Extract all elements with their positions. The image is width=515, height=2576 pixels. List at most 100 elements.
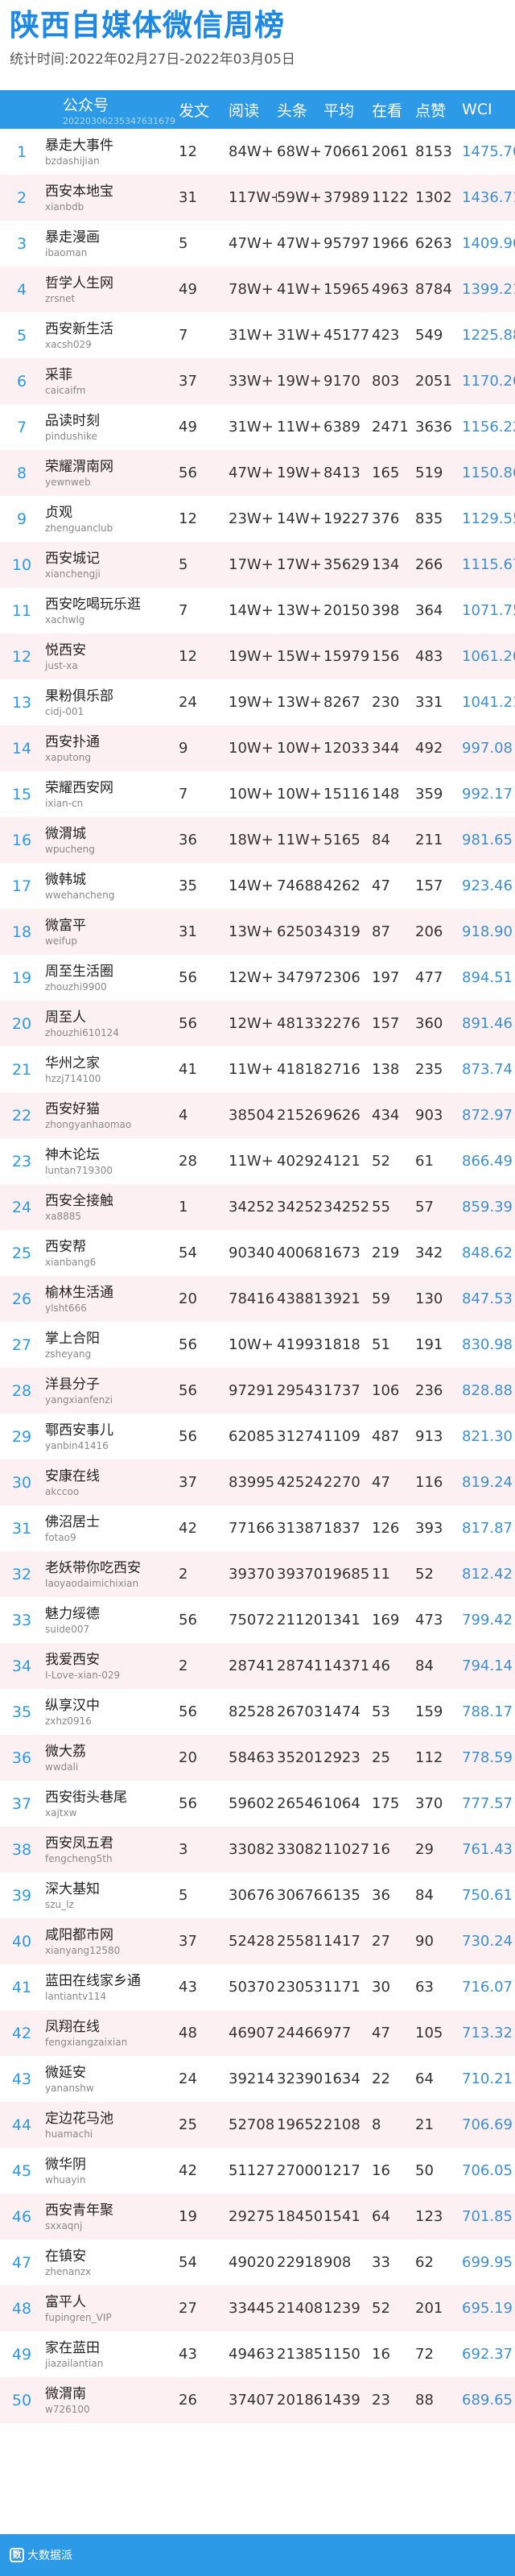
table-row[interactable]: 1 暴走大事件 bzdashijian 12 84W+ 68W+ 70661 2061 8153… (0, 129, 515, 175)
table-row[interactable]: 22 西安好猫 zhongyanhaomao 4 38504 21526 9626 434 90… (0, 1092, 515, 1138)
table-row[interactable]: 42 凤翔在线 fengxiangzaixian 48 46907 24466 977 47 1… (0, 2010, 515, 2056)
account-cell[interactable]: 周至人 zhouzhi610124 (43, 1001, 179, 1046)
account-cell[interactable]: 家在蓝田 jiazailantian (43, 2331, 179, 2377)
account-cell[interactable]: 深大基知 szu_lz (43, 1872, 179, 1918)
account-cell[interactable]: 果粉俱乐部 cidj-001 (43, 679, 179, 725)
table-row[interactable]: 15 荣耀西安网 ixian-cn 7 10W+ 10W+ 15116 148 359 992.1… (0, 771, 515, 817)
table-row[interactable]: 4 哲学人生网 zrsnet 49 78W+ 41W+ 15965 4963 8784 1399.… (0, 266, 515, 312)
header-wci[interactable]: WCI (462, 90, 515, 129)
account-cell[interactable]: 华州之家 hzzj714100 (43, 1046, 179, 1092)
account-cell[interactable]: 微渭城 wpucheng (43, 817, 179, 863)
table-row[interactable]: 37 西安街头巷尾 xajtxw 56 59602 26546 1064 175 370 777.… (0, 1781, 515, 1827)
header-avg[interactable]: 平均 (323, 90, 372, 129)
account-cell[interactable]: 暴走漫画 ibaoman (43, 221, 179, 266)
account-cell[interactable]: 凤翔在线 fengxiangzaixian (43, 2010, 179, 2056)
account-cell[interactable]: 悦西安 just-xa (43, 634, 179, 679)
account-cell[interactable]: 老妖带你吃西安 laoyaodaimichixian (43, 1551, 179, 1597)
table-row[interactable]: 27 掌上合阳 zsheyang 56 10W+ 41993 1818 51 191 830.98 (0, 1322, 515, 1368)
header-account[interactable]: 公众号 20220306235347631679 (43, 90, 179, 129)
account-cell[interactable]: 西安街头巷尾 xajtxw (43, 1781, 179, 1827)
table-row[interactable]: 23 神木论坛 luntan719300 28 11W+ 40292 4121 52 61 866… (0, 1138, 515, 1184)
table-row[interactable]: 18 微富平 weifup 31 13W+ 62503 4319 87 206 918.90 (0, 909, 515, 955)
account-cell[interactable]: 洋县分子 yangxianfenzi (43, 1368, 179, 1414)
account-cell[interactable]: 荣耀西安网 ixian-cn (43, 771, 179, 817)
table-row[interactable]: 44 定边花马池 huamachi 25 52708 19652 2108 8 21 706.69 (0, 2102, 515, 2148)
account-cell[interactable]: 暴走大事件 bzdashijian (43, 129, 179, 175)
account-cell[interactable]: 咸阳都市网 xianyang12580 (43, 1918, 179, 1964)
table-row[interactable]: 45 微华阴 whuayin 42 51127 27000 1217 16 50 706.05 (0, 2148, 515, 2194)
table-row[interactable]: 17 微韩城 wwehancheng 35 14W+ 74688 4262 47 157 923.… (0, 863, 515, 909)
account-cell[interactable]: 掌上合阳 zsheyang (43, 1322, 179, 1368)
account-cell[interactable]: 周至生活圈 zhouzhi9900 (43, 955, 179, 1001)
account-cell[interactable]: 西安本地宝 xianbdb (43, 175, 179, 221)
table-row[interactable]: 49 家在蓝田 jiazailantian 43 49463 21385 1150 16 72 6… (0, 2331, 515, 2377)
table-row[interactable]: 48 富平人 fupingren_VIP 27 33445 21408 1239 52 201 6… (0, 2285, 515, 2331)
header-like[interactable]: 点赞 (415, 90, 462, 129)
table-row[interactable]: 11 西安吃喝玩乐逛 xachwlg 7 14W+ 13W+ 20150 398 364 1071… (0, 588, 515, 634)
account-cell[interactable]: 鄠西安事儿 yanbin41416 (43, 1414, 179, 1459)
table-row[interactable]: 25 西安帮 xianbang6 54 90340 40068 1673 219 342 848.… (0, 1230, 515, 1276)
table-row[interactable]: 26 榆林生活通 ylsht666 20 78416 43881 3921 59 130 847.… (0, 1276, 515, 1322)
account-cell[interactable]: 魅力绥德 suide007 (43, 1597, 179, 1643)
account-cell[interactable]: 贞观 zhenguanclub (43, 496, 179, 542)
header-look[interactable]: 在看 (372, 90, 415, 129)
account-cell[interactable]: 定边花马池 huamachi (43, 2102, 179, 2148)
account-cell[interactable]: 西安新生活 xacsh029 (43, 312, 179, 358)
account-cell[interactable]: 蓝田在线家乡通 lantiantv114 (43, 1964, 179, 2010)
account-cell[interactable]: 富平人 fupingren_VIP (43, 2285, 179, 2331)
table-row[interactable]: 19 周至生活圈 zhouzhi9900 56 12W+ 34797 2306 197 477 8… (0, 955, 515, 1001)
table-row[interactable]: 14 西安扑通 xaputong 9 10W+ 10W+ 12033 344 492 997.08 (0, 725, 515, 771)
table-row[interactable]: 7 品读时刻 pindushike 49 31W+ 11W+ 6389 2471 3636 115… (0, 404, 515, 450)
table-row[interactable]: 46 西安青年聚 sxxaqnj 19 29275 18450 1541 64 123 701.8… (0, 2194, 515, 2240)
table-row[interactable]: 29 鄠西安事儿 yanbin41416 56 62085 31274 1109 487 913… (0, 1414, 515, 1459)
account-cell[interactable]: 微渭南 w726100 (43, 2377, 179, 2423)
table-row[interactable]: 16 微渭城 wpucheng 36 18W+ 11W+ 5165 84 211 981.65 (0, 817, 515, 863)
account-cell[interactable]: 神木论坛 luntan719300 (43, 1138, 179, 1184)
account-cell[interactable]: 荣耀渭南网 yewnweb (43, 450, 179, 496)
table-row[interactable]: 21 华州之家 hzzj714100 41 11W+ 41818 2716 138 235 873… (0, 1046, 515, 1092)
account-cell[interactable]: 采菲 caicaifm (43, 358, 179, 404)
account-cell[interactable]: 佛沼居士 fotao9 (43, 1505, 179, 1551)
table-row[interactable]: 13 果粉俱乐部 cidj-001 24 19W+ 13W+ 8267 230 331 1041.… (0, 679, 515, 725)
account-cell[interactable]: 西安吃喝玩乐逛 xachwlg (43, 588, 179, 634)
account-cell[interactable]: 西安青年聚 sxxaqnj (43, 2194, 179, 2240)
account-cell[interactable]: 在镇安 zhenanzx (43, 2240, 179, 2285)
table-row[interactable]: 47 在镇安 zhenanzx 54 49020 22918 908 33 62 699.95 (0, 2240, 515, 2285)
header-head[interactable]: 头条 (277, 90, 323, 129)
table-row[interactable]: 32 老妖带你吃西安 laoyaodaimichixian 2 39370 39370 19… (0, 1551, 515, 1597)
table-row[interactable]: 8荣耀渭南网yewnweb5647W+19W+84131655191150.86 (0, 450, 515, 496)
table-row[interactable]: 35 纵享汉中 zxhz0916 56 82528 26703 1474 53 159 788.1… (0, 1689, 515, 1735)
account-cell[interactable]: 西安扑通 xaputong (43, 725, 179, 771)
table-row[interactable]: 28 洋县分子 yangxianfenzi 56 97291 29543 1737 106 23… (0, 1368, 515, 1414)
table-row[interactable]: 39 深大基知 szu_lz 5 30676 30676 6135 36 84 750.61 (0, 1872, 515, 1918)
table-row[interactable]: 12悦西安just-xa1219W+15W+159791564831061.20 (0, 634, 515, 679)
table-row[interactable]: 24 西安全接触 xa8885 1 34252 34252 34252 55 57 859.39 (0, 1184, 515, 1230)
header-read[interactable]: 阅读 (229, 90, 277, 129)
account-cell[interactable]: 品读时刻 pindushike (43, 404, 179, 450)
account-cell[interactable]: 西安好猫 zhongyanhaomao (43, 1092, 179, 1138)
table-row[interactable]: 36 微大荔 wwdali 20 58463 35201 2923 25 112 778.59 (0, 1735, 515, 1781)
account-cell[interactable]: 微韩城 wwehancheng (43, 863, 179, 909)
table-row[interactable]: 30 安康在线 akccoo 37 83995 42524 2270 47 116 819.24 (0, 1459, 515, 1505)
account-cell[interactable]: 微延安 yananshw (43, 2056, 179, 2102)
account-cell[interactable]: 微华阴 whuayin (43, 2148, 179, 2194)
account-cell[interactable]: 我爱西安 I-Love-xian-029 (43, 1643, 179, 1689)
table-row[interactable]: 31 佛沼居士 fotao9 42 77166 31387 1837 126 393 817.87 (0, 1505, 515, 1551)
table-row[interactable]: 41 蓝田在线家乡通 lantiantv114 43 50370 23053 1171 30 6… (0, 1964, 515, 2010)
table-row[interactable]: 2 西安本地宝 xianbdb 31 117W+ 59W+ 37989 1122 1302 143… (0, 175, 515, 221)
table-row[interactable]: 38 西安凤五君 fengcheng5th 3 33082 33082 11027 16 29 7… (0, 1827, 515, 1872)
account-cell[interactable]: 哲学人生网 zrsnet (43, 266, 179, 312)
table-row[interactable]: 50 微渭南 w726100 26 37407 20186 1439 23 88 689.65 (0, 2377, 515, 2423)
account-cell[interactable]: 微富平 weifup (43, 909, 179, 955)
table-row[interactable]: 9 贞观 zhenguanclub 12 23W+ 14W+ 19227 376 835 1129… (0, 496, 515, 542)
table-row[interactable]: 5 西安新生活 xacsh029 7 31W+ 31W+ 45177 423 549 1225.8… (0, 312, 515, 358)
table-row[interactable]: 3 暴走漫画 ibaoman 5 47W+ 47W+ 95797 1966 6263 1409.9… (0, 221, 515, 266)
account-cell[interactable]: 榆林生活通 ylsht666 (43, 1276, 179, 1322)
account-cell[interactable]: 纵享汉中 zxhz0916 (43, 1689, 179, 1735)
table-row[interactable]: 34 我爱西安 I-Love-xian-029 2 28741 28741 14371 46 8… (0, 1643, 515, 1689)
account-cell[interactable]: 西安城记 xianchengji (43, 542, 179, 588)
table-row[interactable]: 33 魅力绥德 suide007 56 75072 21120 1341 169 473 799.… (0, 1597, 515, 1643)
table-row[interactable]: 40 咸阳都市网 xianyang12580 37 52428 25581 1417 27 90… (0, 1918, 515, 1964)
table-row[interactable]: 6采菲caicaifm3733W+19W+917080320511170.26 (0, 358, 515, 404)
table-row[interactable]: 43 微延安 yananshw 24 39214 32390 1634 22 64 710.21 (0, 2056, 515, 2102)
